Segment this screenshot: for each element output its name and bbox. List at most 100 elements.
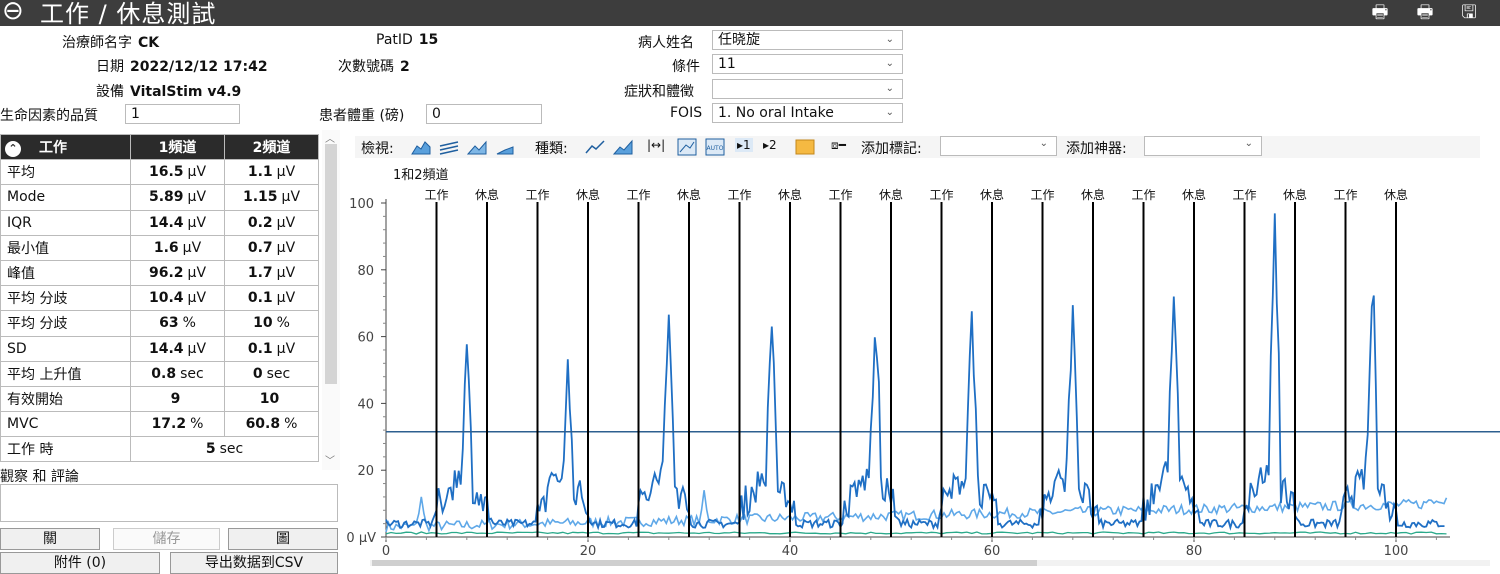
save-button[interactable]: 儲存: [113, 528, 220, 550]
graph-button[interactable]: 圖: [228, 528, 338, 550]
ch1-unit: sec: [180, 365, 204, 382]
weight-input[interactable]: 0: [426, 104, 542, 124]
device-value: VitalStim v4.9: [130, 84, 242, 100]
fit-width-icon[interactable]: |↔|: [647, 138, 665, 152]
patient-name-select[interactable]: 任晓旋 ⌄: [712, 30, 903, 50]
stats-ch2-value: 1.7 µV: [224, 259, 319, 287]
condition-label: 條件: [672, 59, 700, 75]
quality-input[interactable]: 1: [125, 104, 240, 124]
stats-row-label: 平均 分歧: [0, 310, 131, 337]
marker-label: 工作: [1131, 188, 1155, 202]
stats-row: 平均 上升值 0.8 sec 0 sec: [0, 360, 319, 387]
ch2-number: 0.7: [247, 239, 273, 256]
marker-label: 工作: [1333, 188, 1357, 202]
scrollbar-thumb[interactable]: [325, 144, 337, 384]
scroll-down-icon[interactable]: ﹀: [325, 452, 335, 467]
stats-header-row: ⌃ 工作 1頻道 2頻道: [0, 133, 319, 161]
print-preview-icon[interactable]: 🖶: [1412, 0, 1438, 24]
stats-ch2-value: 0 sec: [224, 360, 319, 387]
hscrollbar-thumb[interactable]: [372, 560, 1037, 566]
marker-label: 工作: [525, 188, 549, 202]
series-main-line: [385, 213, 1445, 531]
stats-row: 平均 16.5 µV 1.1 µV: [0, 159, 319, 186]
fois-select[interactable]: 1. No oral Intake ⌄: [712, 103, 903, 123]
view-area-icon[interactable]: [411, 138, 431, 156]
highlight-icon[interactable]: [795, 138, 815, 156]
stats-row: Mode 5.89 µV 1.15 µV: [0, 184, 319, 211]
type-area-icon[interactable]: [613, 138, 633, 156]
x-tick-label: 80: [1186, 544, 1203, 559]
stats-table: ⌃ 工作 1頻道 2頻道 平均 16.5 µV 1.1 µV Mode 5.89 µV 1.15 µ…: [0, 133, 319, 463]
add-marker-icon[interactable]: ⧈━: [831, 138, 846, 153]
stats-ch2-value: 10: [224, 385, 319, 413]
stats-ch1-value: 14.4 µV: [130, 335, 225, 362]
collapse-chevron-icon[interactable]: ⌃: [5, 141, 21, 158]
chevron-down-icon: ⌄: [885, 107, 894, 118]
stats-scrollbar[interactable]: ︿ ﹀: [322, 130, 340, 470]
condition-value: 11: [718, 56, 736, 72]
ch2-unit: µV: [276, 290, 296, 307]
ch1-unit: µV: [187, 214, 207, 231]
add-marker-select[interactable]: ⌄: [940, 136, 1057, 156]
stats-ch2-value: 0.1 µV: [224, 285, 319, 312]
y-tick-label: 60: [357, 331, 374, 346]
close-button[interactable]: 關: [0, 528, 100, 550]
device-label: 設備: [96, 84, 124, 100]
export-csv-button[interactable]: 导出数据到CSV: [170, 552, 338, 574]
stats-row-label: 最小值: [0, 234, 131, 261]
auto-scale-icon[interactable]: AUTO: [705, 138, 725, 156]
ch2-number: 0: [252, 365, 263, 382]
x-tick-label: 100: [1384, 544, 1409, 559]
svg-text:AUTO: AUTO: [707, 145, 724, 152]
view-stacked-icon[interactable]: [439, 138, 459, 156]
condition-select[interactable]: 11 ⌄: [712, 54, 903, 74]
view-overlay-icon[interactable]: [467, 138, 487, 156]
ch1-unit: µV: [187, 189, 207, 206]
stats-header-work[interactable]: ⌃ 工作: [0, 133, 131, 161]
view-small-icon[interactable]: [495, 138, 515, 156]
x-tick-label: 60: [984, 544, 1001, 559]
stats-row: SD 14.4 µV 0.1 µV: [0, 335, 319, 362]
scroll-up-icon[interactable]: ︿: [325, 130, 335, 145]
back-arrow-icon[interactable]: ⊖: [2, 0, 32, 26]
session-no-field: 次數號碼 2: [338, 56, 410, 76]
stats-ch1-value: 1.6 µV: [130, 234, 225, 261]
chevron-down-icon: ⌄: [885, 83, 894, 94]
view-label: 檢視:: [361, 141, 394, 157]
chart-hscrollbar[interactable]: [370, 560, 1490, 566]
add-device-select[interactable]: ⌄: [1144, 136, 1262, 156]
zoom-fit-icon[interactable]: [677, 138, 697, 156]
title-bar: ⊖ 工作 / 休息測試 🖶 🖶 🖫: [0, 0, 1500, 28]
symptoms-select[interactable]: ⌄: [712, 79, 903, 99]
attachments-button[interactable]: 附件 (0): [0, 552, 160, 574]
stats-row-work-time: 工作 時 5 sec: [0, 436, 319, 463]
ch1-unit: µV: [187, 340, 207, 357]
notes-textarea[interactable]: [0, 484, 338, 522]
x-tick-label: 0: [382, 544, 390, 559]
stats-ch2-value: 0.7 µV: [224, 234, 319, 261]
stats-ch1-value: 96.2 µV: [130, 259, 225, 287]
stats-ch1-value: 14.4 µV: [130, 209, 225, 236]
ch2-number: 1.1: [247, 164, 273, 181]
ch2-number: 10: [253, 315, 273, 332]
work-time-unit: sec: [219, 441, 244, 458]
work-time-value: 5 sec: [130, 436, 319, 463]
ch2-number: 1.15: [242, 189, 278, 206]
channel-2-toggle[interactable]: ▸2: [763, 138, 777, 152]
marker-label: 工作: [1030, 188, 1054, 202]
work-time-number: 5: [205, 441, 216, 458]
type-line-icon[interactable]: [585, 138, 605, 156]
channel-1-toggle[interactable]: ▸1: [735, 138, 753, 152]
stats-ch1-value: 16.5 µV: [130, 159, 225, 186]
channel-1-label: 1: [743, 138, 751, 152]
stats-row-label: IQR: [0, 209, 131, 236]
stats-ch2-value: 0.2 µV: [224, 209, 319, 236]
stats-row: 有效開始 9 10: [0, 385, 319, 413]
emg-chart[interactable]: 0 µV 20 40 60 80 100 0 20 40 60 80 100 工作 休息 工作 休息 工作 休息 工…: [340, 180, 1500, 560]
ch2-unit: µV: [281, 189, 301, 206]
print-icon[interactable]: 🖶: [1367, 0, 1393, 24]
save-disk-icon[interactable]: 🖫: [1456, 0, 1482, 24]
fois-value: 1. No oral Intake: [718, 105, 834, 121]
therapist-label: 治療師名字: [62, 35, 132, 51]
add-device-label: 添加神器:: [1066, 141, 1127, 157]
